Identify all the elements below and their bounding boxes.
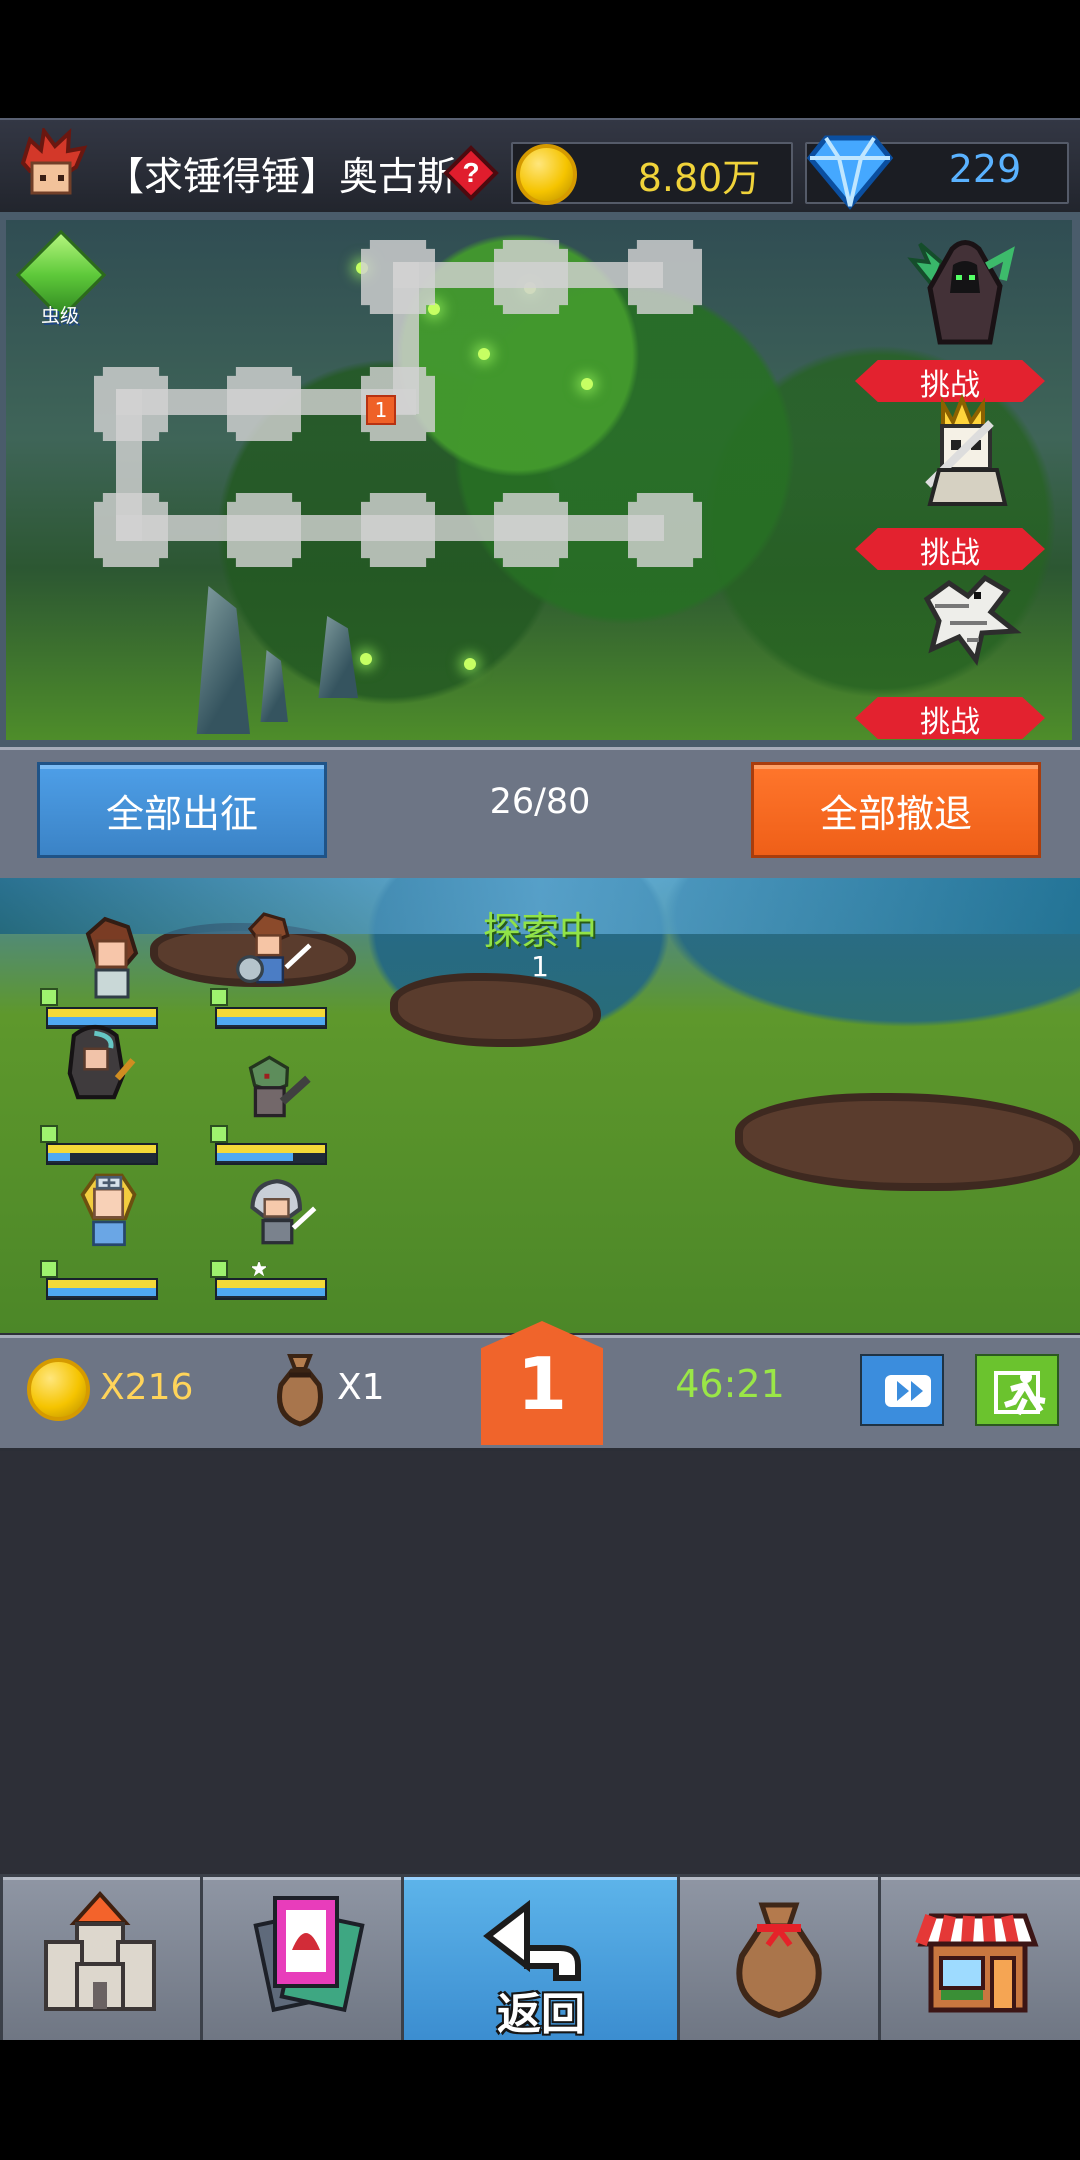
bag-reward-count: X1	[337, 1367, 385, 1408]
rank-icon	[40, 988, 58, 1006]
grade-label: 虫级	[40, 305, 79, 327]
retreat-all-button[interactable]: 全部撤退	[751, 762, 1041, 858]
gold-coin-icon	[27, 1358, 90, 1421]
firefly	[581, 378, 593, 390]
help-icon[interactable]: ?	[443, 145, 499, 201]
hero-health-bar	[215, 1007, 327, 1029]
map-room[interactable]	[494, 240, 568, 314]
dungeon-grade-badge: 虫级	[15, 229, 107, 327]
gold-coin-icon	[516, 144, 577, 205]
hero-health-bar	[46, 1278, 158, 1300]
battle-status: 探索中	[482, 909, 597, 953]
map-room[interactable]	[494, 493, 568, 567]
money-bag-icon	[277, 1354, 323, 1427]
player-name: 【求锤得锤】奥古斯	[105, 155, 457, 200]
svg-text:?: ?	[462, 157, 479, 188]
armored-knight-avatar[interactable]	[236, 1168, 318, 1260]
exit-run-button[interactable]	[975, 1354, 1059, 1426]
running-man-icon	[994, 1371, 1046, 1416]
challenge-button-3[interactable]: 挑战	[855, 697, 1045, 739]
sword-knight-avatar[interactable]	[232, 905, 314, 997]
map-room[interactable]	[227, 493, 301, 567]
inventory-bag-icon	[736, 1902, 822, 2019]
player-avatar[interactable]	[10, 128, 92, 204]
standing-stone	[260, 650, 288, 722]
mud-patch	[390, 973, 601, 1047]
battle-status-value: 1	[531, 950, 549, 983]
skeleton-king-icon	[925, 393, 1008, 506]
hero-cards-icon	[253, 1896, 365, 2013]
archer-girl-avatar[interactable]	[70, 915, 152, 1007]
fast-forward-icon	[885, 1375, 931, 1407]
map-room[interactable]	[361, 493, 435, 567]
map-room[interactable]	[227, 367, 301, 441]
rank-icon	[40, 1125, 58, 1143]
map-room[interactable]	[628, 493, 702, 567]
firefly	[478, 348, 490, 360]
rank-icon	[210, 1125, 228, 1143]
dark-mage-boss-icon	[907, 240, 1015, 345]
firefly	[464, 658, 476, 670]
nav-back-label: 返回	[497, 1989, 585, 2040]
bone-dragon-icon	[923, 574, 1022, 666]
standing-stone	[318, 616, 358, 698]
gold-reward-count: X216	[100, 1367, 194, 1408]
party-progress: 26/80	[489, 782, 591, 822]
deploy-all-button[interactable]: 全部出征	[37, 762, 327, 858]
shop-icon	[915, 1913, 1039, 2013]
map-room[interactable]	[94, 367, 168, 441]
standing-stone	[196, 586, 250, 734]
fast-forward-button[interactable]	[860, 1354, 944, 1426]
hero-health-bar	[215, 1278, 327, 1300]
map-room[interactable]	[94, 493, 168, 567]
map-room[interactable]	[361, 240, 435, 314]
rank-icon	[210, 988, 228, 1006]
system-navigation-area	[0, 2040, 1080, 2160]
firefly	[360, 653, 372, 665]
witch-avatar[interactable]	[55, 1020, 137, 1112]
current-room-marker: 1	[366, 395, 396, 425]
return-arrow-icon	[483, 1899, 581, 1981]
diamond-icon	[806, 135, 894, 210]
hero-health-bar	[215, 1143, 327, 1165]
run-timer: 46:21	[675, 1362, 785, 1406]
orc-warrior-avatar[interactable]	[230, 1045, 312, 1137]
rank-icon	[40, 1260, 58, 1278]
stage-level-number: 1	[516, 1342, 568, 1426]
status-bar	[0, 0, 1080, 118]
hero-health-bar	[46, 1143, 158, 1165]
gold-value: 8.80万	[637, 156, 761, 200]
cleric-girl-avatar[interactable]	[68, 1165, 150, 1257]
rank-icon	[210, 1260, 228, 1278]
mud-patch	[735, 1093, 1080, 1191]
castle-icon	[44, 1891, 156, 2011]
map-room[interactable]	[628, 240, 702, 314]
diamond-value: 229	[948, 147, 1022, 191]
